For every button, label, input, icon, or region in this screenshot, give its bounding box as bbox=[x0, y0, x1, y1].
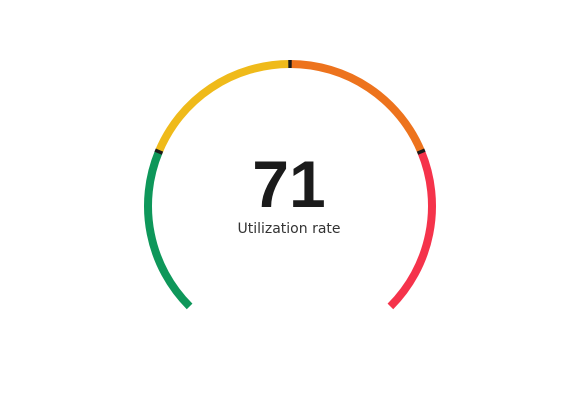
gauge-band-high bbox=[289, 60, 425, 154]
gauge-band-medium bbox=[155, 60, 291, 154]
gauge-value: 71 bbox=[252, 147, 326, 221]
gauge-label: Utilization rate bbox=[237, 221, 341, 237]
